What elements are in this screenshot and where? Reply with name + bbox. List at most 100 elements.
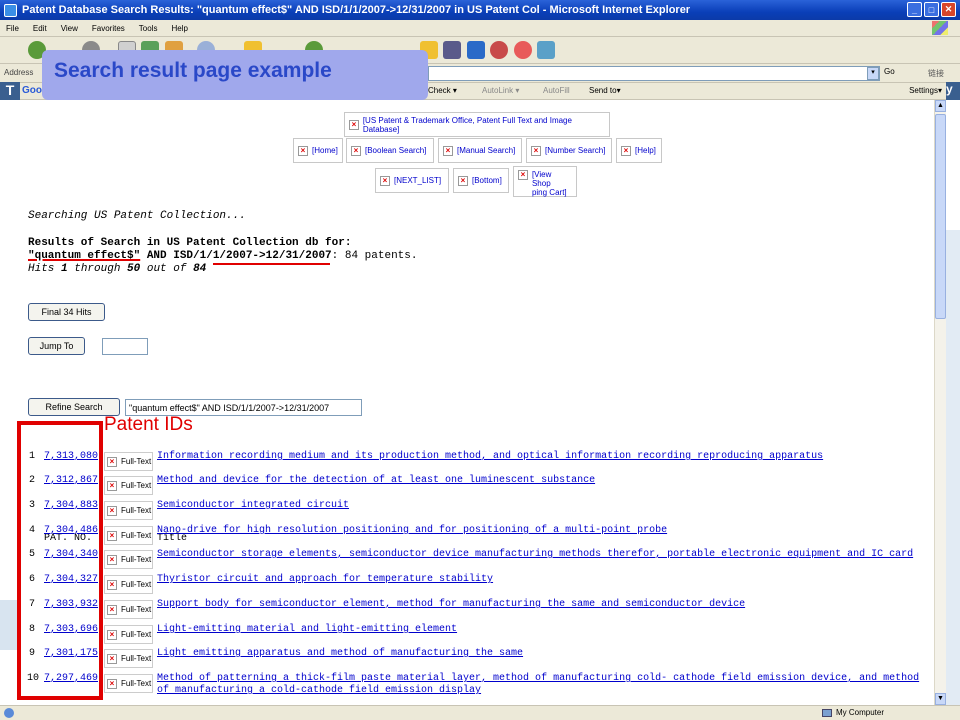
jump-to-button[interactable]: Jump To <box>28 337 85 355</box>
menu-help[interactable]: Help <box>171 24 187 33</box>
home-link[interactable]: × [Home] <box>293 138 343 163</box>
go-button[interactable]: Go <box>884 67 895 76</box>
query-count: : 84 patents. <box>331 250 418 262</box>
vertical-scrollbar[interactable]: ▲ ▼ <box>934 100 946 705</box>
table-row: 7 7,303,932 × Full-Text Support body for … <box>20 599 934 623</box>
sendto-button[interactable]: Send to▾ <box>589 86 621 95</box>
ebay-icon[interactable] <box>514 41 532 59</box>
autolink-button[interactable]: AutoLink ▾ <box>482 86 519 95</box>
page-content: × [US Patent & Trademark Office, Patent … <box>20 100 934 705</box>
menu-edit[interactable]: Edit <box>33 24 47 33</box>
close-button[interactable]: ✕ <box>941 2 956 17</box>
window-title: Patent Database Search Results: "quantum… <box>22 4 691 16</box>
full-text-link[interactable]: × Full-Text <box>104 600 153 619</box>
boolean-search-link[interactable]: × [Boolean Search] <box>346 138 434 163</box>
address-label: Address <box>4 68 34 77</box>
broken-image-icon: × <box>518 170 528 180</box>
final-hits-button[interactable]: Final 34 Hits <box>28 303 105 321</box>
uspto-banner[interactable]: × [US Patent & Trademark Office, Patent … <box>344 112 610 137</box>
messenger-icon[interactable] <box>467 41 485 59</box>
bottom-link[interactable]: × [Bottom] <box>453 168 509 193</box>
patent-title-link[interactable]: Information recording medium and its pro… <box>157 451 927 463</box>
menu-favorites[interactable]: Favorites <box>92 24 125 33</box>
minimize-button[interactable]: _ <box>907 2 922 17</box>
patent-title-link[interactable]: Semiconductor storage elements, semicond… <box>157 549 927 561</box>
page-icon <box>4 708 14 718</box>
scroll-thumb[interactable] <box>935 114 946 319</box>
patent-title-link[interactable]: Semiconductor integrated circuit <box>157 500 927 512</box>
query-term: "quantum effect$" <box>28 250 141 262</box>
google-logo[interactable]: Goo <box>22 85 42 96</box>
broken-image-icon: × <box>298 145 308 156</box>
menu-file[interactable]: File <box>6 24 19 33</box>
slide-band-right: y <box>946 82 960 102</box>
broken-image-icon: × <box>107 554 117 565</box>
next-list-link[interactable]: × [NEXT_LIST] <box>375 168 449 193</box>
autofill-button[interactable]: AutoFill <box>543 86 570 95</box>
jump-to-input[interactable] <box>102 338 148 355</box>
broken-image-icon: × <box>531 145 541 156</box>
broken-image-icon: × <box>380 175 390 186</box>
full-text-link[interactable]: × Full-Text <box>104 476 153 495</box>
full-text-link[interactable]: × Full-Text <box>104 625 153 644</box>
broken-image-icon: × <box>443 145 453 156</box>
patent-title-link[interactable]: Method of patterning a thick-film paste … <box>157 673 927 697</box>
title-bar: Patent Database Search Results: "quantum… <box>0 0 960 20</box>
table-row: 3 7,304,883 × Full-Text Semiconductor int… <box>20 500 934 524</box>
help-link[interactable]: × [Help] <box>616 138 662 163</box>
full-text-link[interactable]: × Full-Text <box>104 575 153 594</box>
number-search-link[interactable]: × [Number Search] <box>526 138 612 163</box>
scroll-up-icon[interactable]: ▲ <box>935 100 946 112</box>
ie-icon <box>4 3 17 17</box>
broken-image-icon: × <box>107 604 117 615</box>
full-text-link[interactable]: × Full-Text <box>104 550 153 569</box>
slide-band-left: T <box>0 82 20 102</box>
query-line: "quantum effect$" AND ISD/1/1/2007->12/3… <box>28 250 417 262</box>
right-margin <box>946 100 960 710</box>
searching-text: Searching US Patent Collection... <box>28 210 246 222</box>
table-row: 10 7,297,469 × Full-Text Method of patter… <box>20 673 934 701</box>
patent-title-link[interactable]: Thyristor circuit and approach for tempe… <box>157 574 927 586</box>
patent-title-link[interactable]: Method and device for the detection of a… <box>157 475 927 487</box>
windows-logo-icon <box>932 21 948 35</box>
settings-button[interactable]: Settings▾ <box>909 86 942 95</box>
shopping-cart-link[interactable]: × [View Shop ping Cart] <box>513 166 577 197</box>
full-text-link[interactable]: × Full-Text <box>104 452 153 471</box>
patent-title-link[interactable]: Light emitting apparatus and method of m… <box>157 648 927 660</box>
menu-view[interactable]: View <box>61 24 78 33</box>
patent-title-link[interactable]: Support body for semiconductor element, … <box>157 599 927 611</box>
broken-image-icon: × <box>107 505 117 516</box>
menu-tools[interactable]: Tools <box>139 24 158 33</box>
table-row: 5 7,304,340 × Full-Text Semiconductor sto… <box>20 549 934 573</box>
broken-image-icon: × <box>349 119 359 130</box>
research-icon[interactable] <box>443 41 461 59</box>
table-row: 4 7,304,486 × Full-Text Nano-drive for hi… <box>20 525 934 549</box>
table-row: 1 7,313,080 × Full-Text Information recor… <box>20 451 934 475</box>
table-row: 2 7,312,867 × Full-Text Method and device… <box>20 475 934 499</box>
users-icon[interactable] <box>537 41 555 59</box>
full-text-link[interactable]: × Full-Text <box>104 501 153 520</box>
broken-image-icon: × <box>107 629 117 640</box>
full-text-link[interactable]: × Full-Text <box>104 649 153 668</box>
menu-bar: File Edit View Favorites Tools Help <box>0 20 960 37</box>
patent-ids-label: Patent IDs <box>104 414 193 435</box>
media-icon[interactable] <box>490 41 508 59</box>
patent-title-link[interactable]: Light-emitting material and light-emitti… <box>157 624 927 636</box>
full-text-link[interactable]: × Full-Text <box>104 674 153 693</box>
links-label[interactable]: 链接 <box>928 68 944 79</box>
window-controls: _ □ ✕ <box>907 2 956 17</box>
manual-search-link[interactable]: × [Manual Search] <box>438 138 522 163</box>
maximize-button[interactable]: □ <box>924 2 939 17</box>
table-row: 8 7,303,696 × Full-Text Light-emitting ma… <box>20 624 934 648</box>
patent-title-link[interactable]: Nano-drive for high resolution positioni… <box>157 525 927 537</box>
address-dropdown-icon[interactable]: ▾ <box>867 67 879 80</box>
broken-image-icon: × <box>107 480 117 491</box>
full-text-link[interactable]: × Full-Text <box>104 526 153 545</box>
annotation-title: Search result page example <box>42 50 428 100</box>
scroll-down-icon[interactable]: ▼ <box>935 693 946 705</box>
check-button[interactable]: Check ▾ <box>428 86 457 95</box>
address-input[interactable] <box>428 66 880 81</box>
broken-image-icon: × <box>107 579 117 590</box>
broken-image-icon: × <box>458 175 468 186</box>
results-heading: Results of Search in US Patent Collectio… <box>28 237 352 249</box>
